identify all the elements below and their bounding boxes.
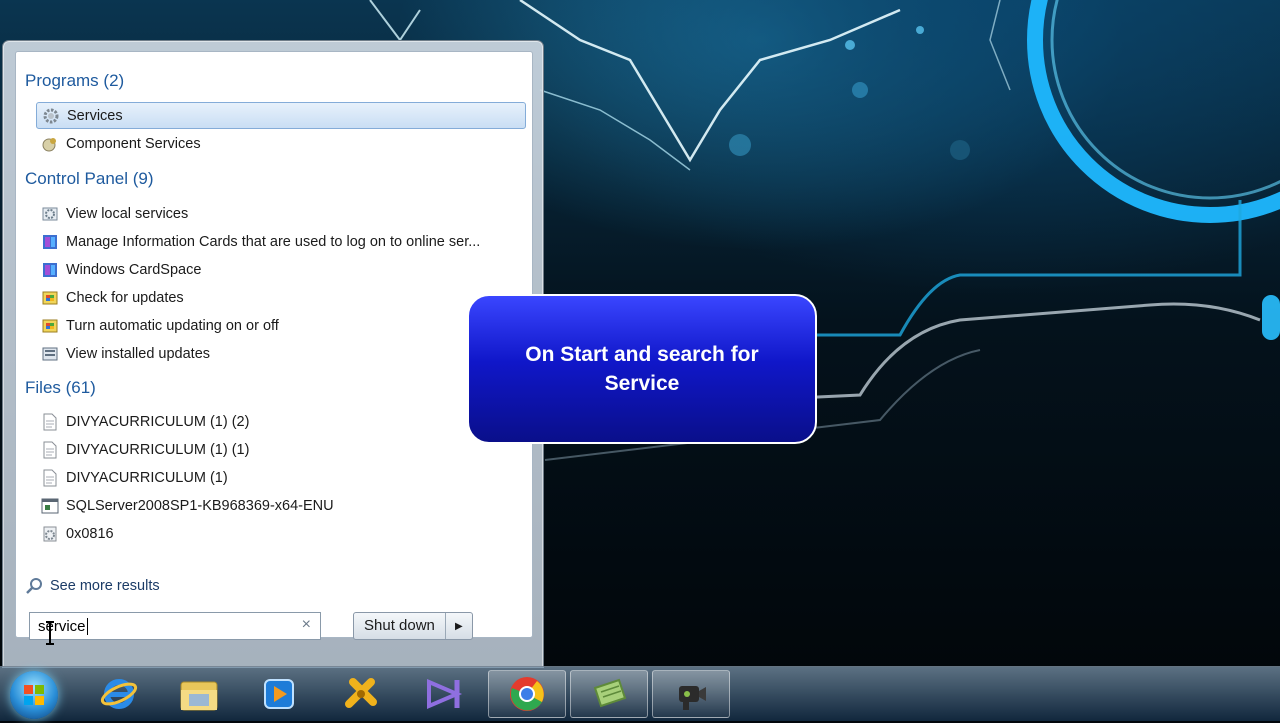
clear-search-icon[interactable]: × — [302, 616, 311, 634]
taskbar-camcorder-app[interactable] — [652, 670, 730, 718]
result-item-label: Turn automatic updating on or off — [66, 317, 279, 334]
result-item-view-local-services[interactable]: View local services — [36, 200, 526, 227]
result-item-label: Check for updates — [66, 289, 184, 306]
taskbar-notes-app[interactable] — [570, 670, 648, 718]
see-more-results-label: See more results — [50, 578, 160, 594]
taskbar-windows-explorer[interactable] — [160, 670, 238, 718]
visual-studio-icon — [427, 678, 463, 710]
result-item-label: 0x0816 — [66, 525, 114, 542]
gear-icon — [41, 106, 61, 126]
result-item-component-services[interactable]: Component Services — [36, 130, 526, 157]
chrome-icon — [510, 677, 544, 711]
start-menu: Programs (2) Services Component Services… — [2, 40, 544, 668]
component-services-icon — [40, 134, 60, 154]
document-icon — [40, 468, 60, 488]
media-player-icon — [264, 679, 294, 709]
result-item-label: DIVYACURRICULUM (1) (2) — [66, 413, 250, 430]
group-heading-files[interactable]: Files (61) — [25, 378, 96, 398]
result-item-label: View installed updates — [66, 345, 211, 362]
shutdown-button-group: Shut down ▶ — [353, 612, 473, 640]
result-item-label: Component Services — [66, 135, 201, 152]
cardspace-icon — [40, 260, 60, 280]
result-item-label: Manage Information Cards that are used t… — [66, 233, 481, 250]
result-item-label: Windows CardSpace — [66, 261, 202, 278]
shutdown-button[interactable]: Shut down — [354, 613, 445, 639]
settings-file-icon — [40, 524, 60, 544]
document-icon — [40, 440, 60, 460]
result-item-label: View local services — [66, 205, 189, 222]
taskbar — [0, 666, 1280, 721]
callout-text: On Start and search for Service — [525, 343, 759, 395]
result-item-manage-information-cards[interactable]: Manage Information Cards that are used t… — [36, 228, 526, 255]
installed-updates-icon — [40, 344, 60, 364]
result-item-label: Services — [67, 107, 123, 124]
tools-app-icon — [345, 678, 377, 708]
document-icon — [40, 412, 60, 432]
windows-logo-icon — [24, 685, 44, 705]
start-search-input[interactable]: service × — [29, 612, 321, 640]
result-item-file[interactable]: SQLServer2008SP1-KB968369-x64-ENU — [36, 492, 526, 519]
result-item-windows-cardspace[interactable]: Windows CardSpace — [36, 256, 526, 283]
search-results-pane: Programs (2) Services Component Services… — [15, 51, 533, 638]
taskbar-media-player[interactable] — [240, 670, 318, 718]
start-button[interactable] — [10, 671, 58, 719]
shutdown-options-arrow-icon[interactable]: ▶ — [444, 613, 472, 639]
internet-explorer-icon — [100, 679, 138, 709]
search-icon — [24, 576, 44, 596]
result-item-label: DIVYACURRICULUM (1) (1) — [66, 441, 250, 458]
result-item-file[interactable]: DIVYACURRICULUM (1) (1) — [36, 436, 526, 463]
notes-app-icon — [593, 678, 627, 708]
application-icon — [40, 496, 60, 516]
windows-update-icon — [40, 288, 60, 308]
text-caret — [86, 617, 88, 635]
cardspace-icon — [40, 232, 60, 252]
result-item-file[interactable]: DIVYACURRICULUM (1) — [36, 464, 526, 491]
result-item-file[interactable]: DIVYACURRICULUM (1) (2) — [36, 408, 526, 435]
result-item-services[interactable]: Services — [36, 102, 526, 129]
services-control-icon — [40, 204, 60, 224]
group-heading-programs[interactable]: Programs (2) — [25, 71, 124, 91]
text-cursor-icon — [46, 621, 54, 645]
taskbar-tools-app[interactable] — [322, 670, 400, 718]
camcorder-app-icon — [679, 686, 706, 710]
result-item-file[interactable]: 0x0816 — [36, 520, 526, 547]
windows-explorer-icon — [180, 681, 218, 711]
group-heading-control-panel[interactable]: Control Panel (9) — [25, 169, 154, 189]
windows-update-icon — [40, 316, 60, 336]
see-more-results-link[interactable]: See more results — [24, 576, 160, 596]
result-item-label: DIVYACURRICULUM (1) — [66, 469, 228, 486]
result-item-label: SQLServer2008SP1-KB968369-x64-ENU — [66, 497, 334, 514]
taskbar-internet-explorer[interactable] — [80, 670, 158, 718]
result-item-check-for-updates[interactable]: Check for updates — [36, 284, 526, 311]
taskbar-visual-studio[interactable] — [404, 670, 482, 718]
tutorial-callout: On Start and search for Service — [467, 294, 817, 444]
result-item-view-installed-updates[interactable]: View installed updates — [36, 340, 526, 367]
taskbar-chrome[interactable] — [488, 670, 566, 718]
result-item-automatic-updating[interactable]: Turn automatic updating on or off — [36, 312, 526, 339]
